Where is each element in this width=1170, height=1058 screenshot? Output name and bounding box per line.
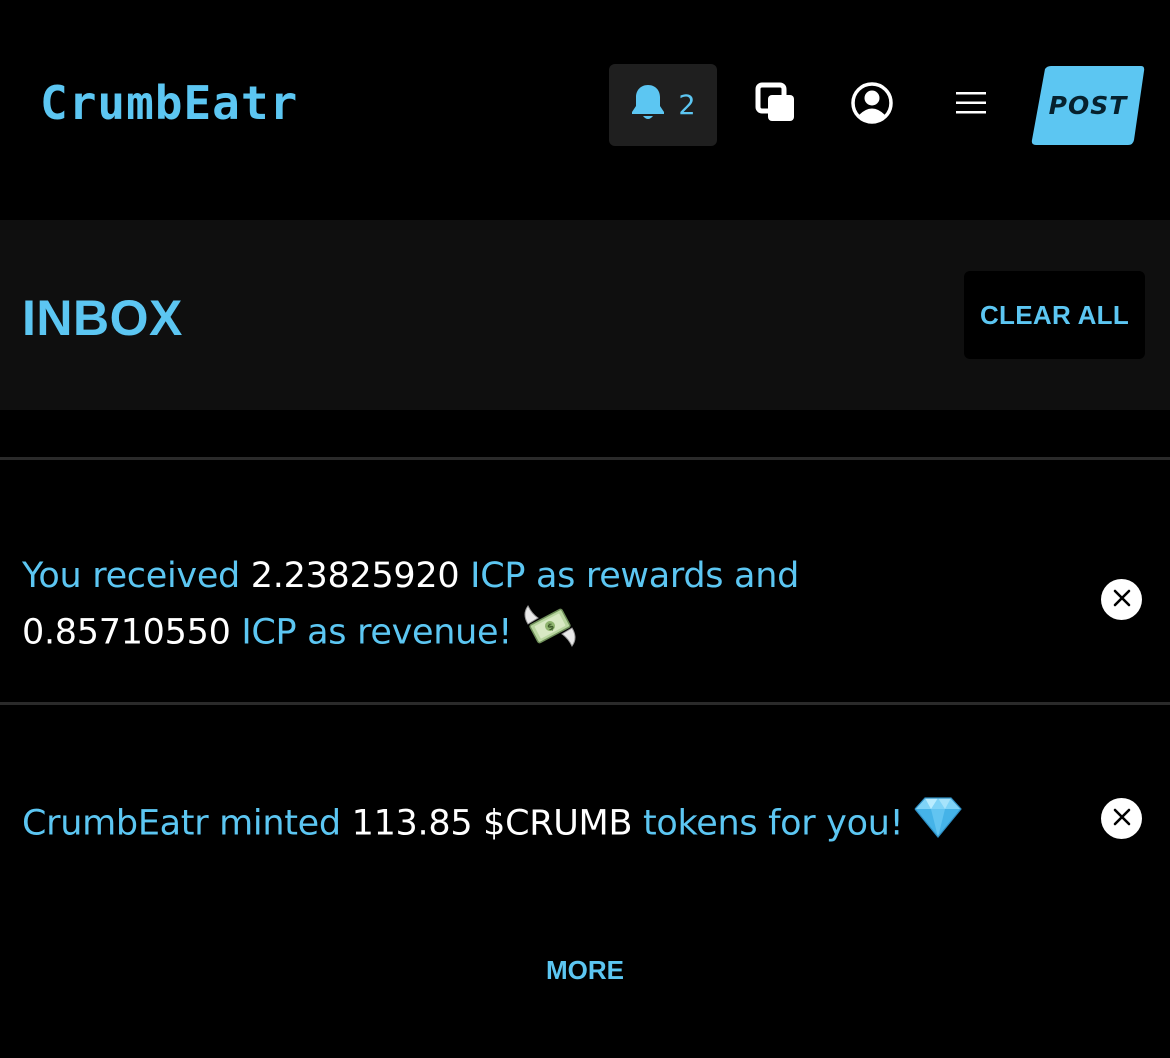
revenue-amount: 0.85710550 xyxy=(22,612,231,653)
reward-amount: 2.23825920 xyxy=(250,556,460,596)
notification-count-badge: 2 xyxy=(678,89,696,121)
post-button-label: POST xyxy=(1048,91,1128,120)
notifications-button[interactable]: 2 xyxy=(609,64,717,146)
windows-icon xyxy=(754,81,798,129)
post-button[interactable]: POST xyxy=(1031,66,1145,145)
notification-text: ICP as revenue! xyxy=(230,612,513,653)
notification-text: tokens for you! xyxy=(632,803,904,844)
bell-icon xyxy=(630,83,666,127)
menu-button[interactable] xyxy=(948,82,994,128)
gem-icon xyxy=(913,795,963,854)
user-icon xyxy=(850,81,894,129)
divider xyxy=(0,702,1170,705)
divider xyxy=(0,457,1170,460)
clear-all-button[interactable]: CLEAR ALL xyxy=(964,271,1145,359)
close-icon xyxy=(1112,588,1132,612)
dismiss-notification-button[interactable] xyxy=(1101,798,1142,839)
notification-text: CrumbEatr minted xyxy=(22,803,352,844)
menu-icon xyxy=(955,90,987,120)
profile-button[interactable] xyxy=(849,82,895,128)
money-with-wings-icon: $ xyxy=(522,602,578,665)
top-header: CrumbEatr 2 POST xyxy=(0,0,1170,218)
more-button[interactable]: MORE xyxy=(500,948,670,992)
token-amount: 113.85 $CRUMB xyxy=(351,803,633,844)
dismiss-notification-button[interactable] xyxy=(1101,579,1142,620)
notification-item: You received 2.23825920 ICP as rewards a… xyxy=(22,551,1082,665)
notification-text: ICP as rewards and xyxy=(459,556,799,596)
page-title: INBOX xyxy=(22,290,183,346)
notification-item: CrumbEatr minted 113.85 $CRUMB tokens fo… xyxy=(22,795,1082,854)
app-logo[interactable]: CrumbEatr xyxy=(40,74,298,132)
notification-text: You received xyxy=(22,556,251,596)
close-icon xyxy=(1112,807,1132,831)
windows-button[interactable] xyxy=(753,82,799,128)
